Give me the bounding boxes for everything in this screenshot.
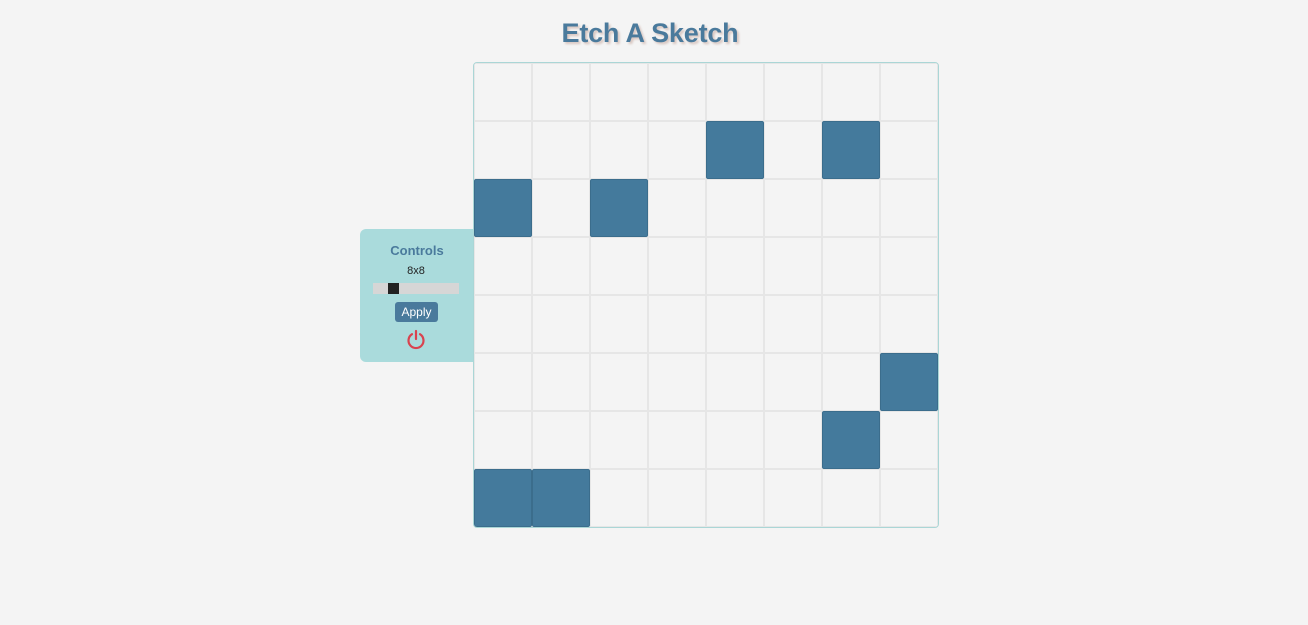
grid-cell[interactable] xyxy=(764,353,822,411)
grid-cell-filled[interactable] xyxy=(822,411,880,469)
grid-cell[interactable] xyxy=(880,63,938,121)
grid-cell-filled[interactable] xyxy=(590,179,648,237)
grid-cell[interactable] xyxy=(764,411,822,469)
grid-cell[interactable] xyxy=(764,469,822,527)
grid-cell[interactable] xyxy=(532,63,590,121)
grid-cell[interactable] xyxy=(532,295,590,353)
grid-cell[interactable] xyxy=(590,469,648,527)
grid-cell[interactable] xyxy=(474,237,532,295)
grid-cell[interactable] xyxy=(648,179,706,237)
grid-cell-filled[interactable] xyxy=(532,469,590,527)
grid-cell[interactable] xyxy=(764,63,822,121)
grid-cell[interactable] xyxy=(532,121,590,179)
grid-cell[interactable] xyxy=(590,353,648,411)
grid-cell[interactable] xyxy=(648,237,706,295)
grid-cell[interactable] xyxy=(532,179,590,237)
grid-cell[interactable] xyxy=(590,63,648,121)
grid-cell[interactable] xyxy=(648,411,706,469)
grid-cell[interactable] xyxy=(822,179,880,237)
grid-cell[interactable] xyxy=(474,411,532,469)
grid-cell[interactable] xyxy=(532,237,590,295)
grid-cell[interactable] xyxy=(880,121,938,179)
grid-cell-filled[interactable] xyxy=(474,179,532,237)
grid-cell[interactable] xyxy=(822,63,880,121)
grid-cell[interactable] xyxy=(706,179,764,237)
grid-cell[interactable] xyxy=(648,469,706,527)
controls-heading: Controls xyxy=(390,243,444,258)
grid-cell[interactable] xyxy=(590,237,648,295)
grid-cell[interactable] xyxy=(880,469,938,527)
grid-cell[interactable] xyxy=(706,353,764,411)
grid-size-slider[interactable] xyxy=(373,283,459,294)
page-title: Etch A Sketch xyxy=(561,18,739,48)
grid-cell[interactable] xyxy=(474,353,532,411)
grid-cell[interactable] xyxy=(706,63,764,121)
grid-cell[interactable] xyxy=(590,121,648,179)
grid-cell-filled[interactable] xyxy=(880,353,938,411)
power-icon[interactable] xyxy=(405,329,427,351)
grid-cell-filled[interactable] xyxy=(474,469,532,527)
grid-cell-filled[interactable] xyxy=(822,121,880,179)
controls-panel: Controls 8x8 Apply xyxy=(360,229,474,362)
grid-cell[interactable] xyxy=(822,237,880,295)
grid-cell[interactable] xyxy=(648,295,706,353)
grid-cell[interactable] xyxy=(764,237,822,295)
grid-cell[interactable] xyxy=(648,121,706,179)
slider-thumb[interactable] xyxy=(388,283,399,294)
grid-cell[interactable] xyxy=(648,353,706,411)
grid-cell[interactable] xyxy=(764,295,822,353)
grid-cell[interactable] xyxy=(706,295,764,353)
grid-cell[interactable] xyxy=(532,411,590,469)
grid-cell[interactable] xyxy=(532,353,590,411)
grid-cell[interactable] xyxy=(822,353,880,411)
grid-cell[interactable] xyxy=(590,295,648,353)
grid-cell[interactable] xyxy=(474,121,532,179)
grid-cell[interactable] xyxy=(880,295,938,353)
apply-button[interactable]: Apply xyxy=(395,302,438,322)
grid-cell[interactable] xyxy=(880,179,938,237)
grid-cell[interactable] xyxy=(706,469,764,527)
grid-cell[interactable] xyxy=(706,411,764,469)
grid-cell[interactable] xyxy=(590,411,648,469)
grid-cell[interactable] xyxy=(706,237,764,295)
grid-cell[interactable] xyxy=(474,295,532,353)
grid-cell[interactable] xyxy=(764,179,822,237)
grid-cell[interactable] xyxy=(764,121,822,179)
sketch-grid[interactable] xyxy=(473,62,939,528)
grid-cell[interactable] xyxy=(880,411,938,469)
grid-cell[interactable] xyxy=(648,63,706,121)
grid-cell[interactable] xyxy=(880,237,938,295)
grid-cell[interactable] xyxy=(822,469,880,527)
grid-size-label: 8x8 xyxy=(407,265,425,277)
grid-cell[interactable] xyxy=(822,295,880,353)
grid-cell-filled[interactable] xyxy=(706,121,764,179)
grid-cell[interactable] xyxy=(474,63,532,121)
